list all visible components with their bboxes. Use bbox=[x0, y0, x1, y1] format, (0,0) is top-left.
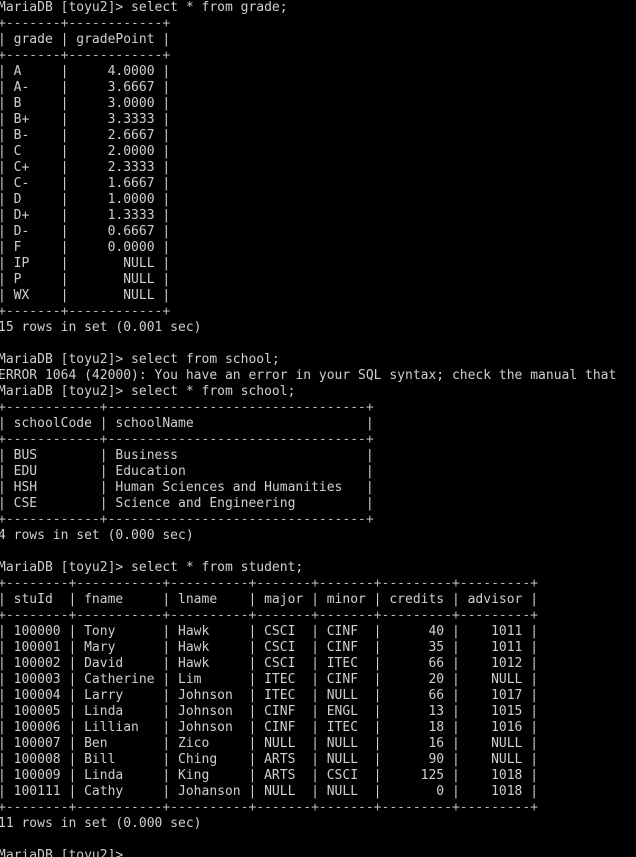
terminal-line: | 100007 | Ben | Zico | NULL | NULL | 16… bbox=[0, 736, 539, 751]
table-rule: +------------+--------------------------… bbox=[0, 432, 374, 447]
terminal-line: | C+ | 2.3333 | bbox=[0, 160, 171, 175]
table-rule: +--------+-----------+----------+-------… bbox=[0, 800, 539, 815]
terminal-line: | BUS | Business | bbox=[0, 448, 374, 463]
terminal-line: | EDU | Education | bbox=[0, 464, 374, 479]
terminal-line: | 100001 | Mary | Hawk | CSCI | CINF | 3… bbox=[0, 640, 539, 655]
terminal-line: | 100006 | Lillian | Johnson | CINF | IT… bbox=[0, 720, 539, 735]
table-rule: +------------+--------------------------… bbox=[0, 512, 374, 527]
terminal-line: | A- | 3.6667 | bbox=[0, 80, 171, 95]
terminal-line: 15 rows in set (0.001 sec) bbox=[0, 320, 202, 335]
terminal-line: | 100008 | Bill | Ching | ARTS | NULL | … bbox=[0, 752, 539, 767]
terminal-line: | 100005 | Linda | Johnson | CINF | ENGL… bbox=[0, 704, 539, 719]
terminal-line: | B- | 2.6667 | bbox=[0, 128, 171, 143]
terminal-line: | B+ | 3.3333 | bbox=[0, 112, 171, 127]
terminal-line: MariaDB [toyu2]> select * from grade; bbox=[0, 0, 288, 15]
terminal-line: | D- | 0.6667 | bbox=[0, 224, 171, 239]
terminal-line: | B | 3.0000 | bbox=[0, 96, 171, 111]
terminal-line: | C- | 1.6667 | bbox=[0, 176, 171, 191]
terminal-line: 4 rows in set (0.000 sec) bbox=[0, 528, 194, 543]
prompt-line[interactable]: MariaDB [toyu2]> bbox=[0, 848, 636, 857]
terminal-line: 11 rows in set (0.000 sec) bbox=[0, 816, 202, 831]
terminal-line: MariaDB [toyu2]> select * from student; bbox=[0, 560, 304, 575]
table-rule: +-------+------------+ bbox=[0, 16, 171, 31]
terminal-line: MariaDB [toyu2]> select * from school; bbox=[0, 384, 296, 399]
terminal-line: | P | NULL | bbox=[0, 272, 171, 287]
table-rule: +------------+--------------------------… bbox=[0, 400, 374, 415]
terminal-line: | 100002 | David | Hawk | CSCI | ITEC | … bbox=[0, 656, 539, 671]
terminal-line: | HSH | Human Sciences and Humanities | bbox=[0, 480, 374, 495]
error-line: ERROR 1064 (42000): You have an error in… bbox=[0, 368, 617, 383]
terminal-line: | C | 2.0000 | bbox=[0, 144, 171, 159]
terminal-output[interactable]: MariaDB [toyu2]> select * from grade; +--… bbox=[0, 0, 636, 857]
terminal-line: | grade | gradePoint | bbox=[0, 32, 171, 47]
terminal-line: | IP | NULL | bbox=[0, 256, 171, 271]
terminal-line: | 100111 | Cathy | Johanson | NULL | NUL… bbox=[0, 784, 539, 799]
terminal-line: | schoolCode | schoolName | bbox=[0, 416, 374, 431]
terminal-line: | D | 1.0000 | bbox=[0, 192, 171, 207]
terminal-line: | D+ | 1.3333 | bbox=[0, 208, 171, 223]
terminal-line: | 100003 | Catherine | Lim | ITEC | CINF… bbox=[0, 672, 539, 687]
terminal-line: | A | 4.0000 | bbox=[0, 64, 171, 79]
terminal-line: | F | 0.0000 | bbox=[0, 240, 171, 255]
terminal-line: | 100000 | Tony | Hawk | CSCI | CINF | 4… bbox=[0, 624, 539, 639]
table-rule: +-------+------------+ bbox=[0, 48, 171, 63]
terminal-line: | CSE | Science and Engineering | bbox=[0, 496, 374, 511]
table-rule: +--------+-----------+----------+-------… bbox=[0, 608, 539, 623]
table-rule: +--------+-----------+----------+-------… bbox=[0, 576, 539, 591]
terminal-line: | WX | NULL | bbox=[0, 288, 171, 303]
terminal-line: | 100004 | Larry | Johnson | ITEC | NULL… bbox=[0, 688, 539, 703]
terminal-line: | 100009 | Linda | King | ARTS | CSCI | … bbox=[0, 768, 539, 783]
table-rule: +-------+------------+ bbox=[0, 304, 171, 319]
terminal-line: | stuId | fname | lname | major | minor … bbox=[0, 592, 539, 607]
terminal-line: MariaDB [toyu2]> select from school; bbox=[0, 352, 280, 367]
